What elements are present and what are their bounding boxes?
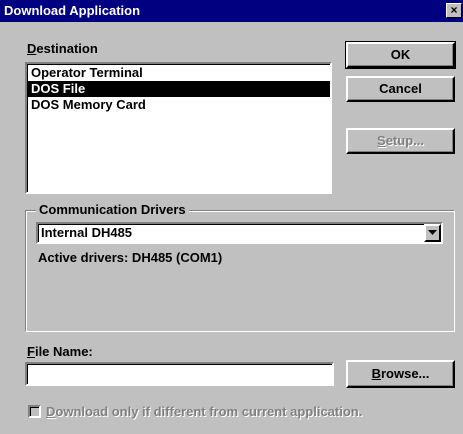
cancel-button[interactable]: Cancel [346, 76, 455, 102]
list-item-dos-file[interactable]: DOS File [28, 81, 330, 97]
setup-button[interactable]: Setup... [346, 128, 455, 154]
window-title: Download Application [4, 3, 141, 18]
driver-dropdown-value: Internal DH485 [41, 225, 133, 240]
destination-label: Destination [27, 41, 98, 56]
file-name-label: File Name: [27, 344, 93, 359]
file-name-input[interactable] [25, 362, 334, 386]
active-drivers-text: Active drivers: DH485 (COM1) [38, 250, 223, 265]
destination-listbox[interactable]: Operator Terminal DOS File DOS Memory Ca… [25, 62, 332, 194]
close-icon: × [450, 3, 458, 17]
download-only-if-different-label: Download only if different from current … [46, 404, 363, 419]
title-bar[interactable]: Download Application × [0, 0, 463, 22]
chevron-down-icon [428, 230, 437, 235]
download-only-if-different-checkbox[interactable] [28, 405, 41, 418]
driver-dropdown[interactable]: Internal DH485 [36, 222, 443, 244]
ok-button[interactable]: OK [345, 41, 456, 69]
download-application-dialog: Download Application × Destination Opera… [0, 0, 463, 434]
close-button[interactable]: × [446, 3, 462, 18]
dropdown-button[interactable] [424, 224, 441, 242]
list-item-operator-terminal[interactable]: Operator Terminal [28, 65, 330, 81]
list-item-dos-memory-card[interactable]: DOS Memory Card [28, 97, 330, 113]
communication-drivers-title: Communication Drivers [36, 202, 189, 218]
browse-button[interactable]: Browse... [346, 360, 455, 388]
